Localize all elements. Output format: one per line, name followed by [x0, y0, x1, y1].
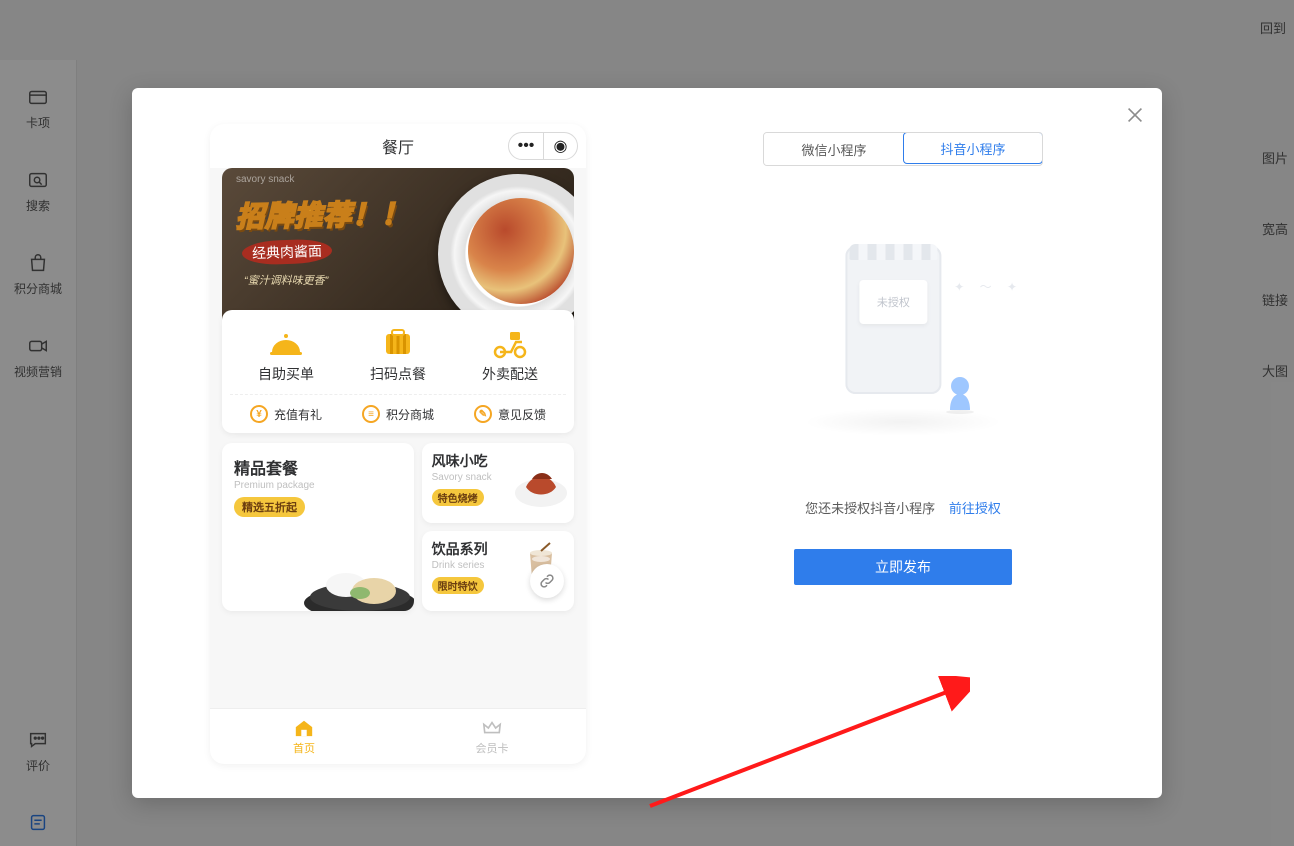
publish-panel: 微信小程序 抖音小程序 ✦ ～ ✦ 未授权 您还未授权抖音小程序 前往授权 立即… — [644, 88, 1162, 798]
phone-title: 餐厅 — [382, 134, 414, 158]
nav-card: 自助买单 扫码点餐 — [222, 310, 574, 433]
home-icon — [293, 718, 315, 738]
promo-row: 精品套餐 Premium package 精选五折起 风味小吃 Savory s… — [222, 443, 574, 611]
hero-title: 招牌推荐！！ — [236, 192, 411, 235]
phone-nav-member[interactable]: 会员卡 — [398, 709, 586, 764]
dome-icon — [266, 326, 306, 360]
nav-recharge[interactable]: ¥ 充值有礼 — [250, 405, 322, 423]
figure-icon — [941, 372, 979, 414]
pen-icon: ✎ — [474, 405, 492, 423]
promo-tag: 精选五折起 — [234, 497, 305, 517]
scooter-icon — [490, 326, 530, 360]
phone-bottom-nav: 首页 会员卡 — [210, 708, 586, 764]
unauthorized-badge: 未授权 — [859, 280, 927, 324]
noodles-graphic — [468, 198, 574, 304]
promo-tag: 限时特饮 — [432, 577, 484, 594]
link-icon — [538, 572, 556, 590]
promo-tag: 特色烧烤 — [432, 489, 484, 506]
hero-subtitle: 经典肉酱面 — [242, 238, 333, 265]
link-bubble[interactable] — [530, 564, 564, 598]
phone-preview: 餐厅 ••• ◉ savory snack 招牌推荐！！ 经典肉酱面 “蜜汁调料… — [132, 88, 644, 798]
publish-modal: 餐厅 ••• ◉ savory snack 招牌推荐！！ 经典肉酱面 “蜜汁调料… — [132, 88, 1162, 798]
tab-wechat[interactable]: 微信小程序 — [764, 133, 904, 165]
tab-douyin[interactable]: 抖音小程序 — [903, 132, 1043, 164]
promo-premium[interactable]: 精品套餐 Premium package 精选五折起 — [222, 443, 414, 611]
publish-button[interactable]: 立即发布 — [794, 549, 1012, 585]
dish-graphic — [300, 551, 414, 611]
promo-snack[interactable]: 风味小吃 Savory snack 特色烧烤 — [422, 443, 574, 523]
crown-icon — [481, 718, 503, 738]
bbq-graphic — [512, 453, 570, 509]
yen-icon: ¥ — [250, 405, 268, 423]
phone-nav-home[interactable]: 首页 — [210, 709, 398, 764]
more-icon[interactable]: ••• — [509, 133, 543, 159]
phone-header: 餐厅 ••• ◉ — [210, 124, 586, 168]
target-icon[interactable]: ◉ — [543, 133, 577, 159]
auth-text: 您还未授权抖音小程序 前往授权 — [805, 498, 1001, 517]
promo-title: 精品套餐 — [234, 455, 402, 479]
phone-frame: 餐厅 ••• ◉ savory snack 招牌推荐！！ 经典肉酱面 “蜜汁调料… — [210, 124, 586, 764]
authorize-link[interactable]: 前往授权 — [949, 501, 1001, 516]
hero-note: “蜜汁调料味更香” — [244, 272, 328, 288]
empty-illustration: ✦ ～ ✦ 未授权 — [773, 238, 1033, 448]
stack-icon: ≡ — [362, 405, 380, 423]
modal-overlay: 餐厅 ••• ◉ savory snack 招牌推荐！！ 经典肉酱面 “蜜汁调料… — [0, 0, 1294, 846]
promo-sub: Premium package — [234, 480, 402, 491]
platform-segment: 微信小程序 抖音小程序 — [763, 132, 1043, 166]
hero-brand: savory snack — [236, 174, 294, 185]
nav-scan-order[interactable]: 扫码点餐 — [370, 326, 426, 384]
suitcase-icon — [378, 326, 418, 360]
nav-feedback[interactable]: ✎ 意见反馈 — [474, 405, 546, 423]
nav-points-mall[interactable]: ≡ 积分商城 — [362, 405, 434, 423]
nav-self-checkout[interactable]: 自助买单 — [258, 326, 314, 384]
capsule-button[interactable]: ••• ◉ — [508, 132, 578, 160]
nav-delivery[interactable]: 外卖配送 — [482, 326, 538, 384]
